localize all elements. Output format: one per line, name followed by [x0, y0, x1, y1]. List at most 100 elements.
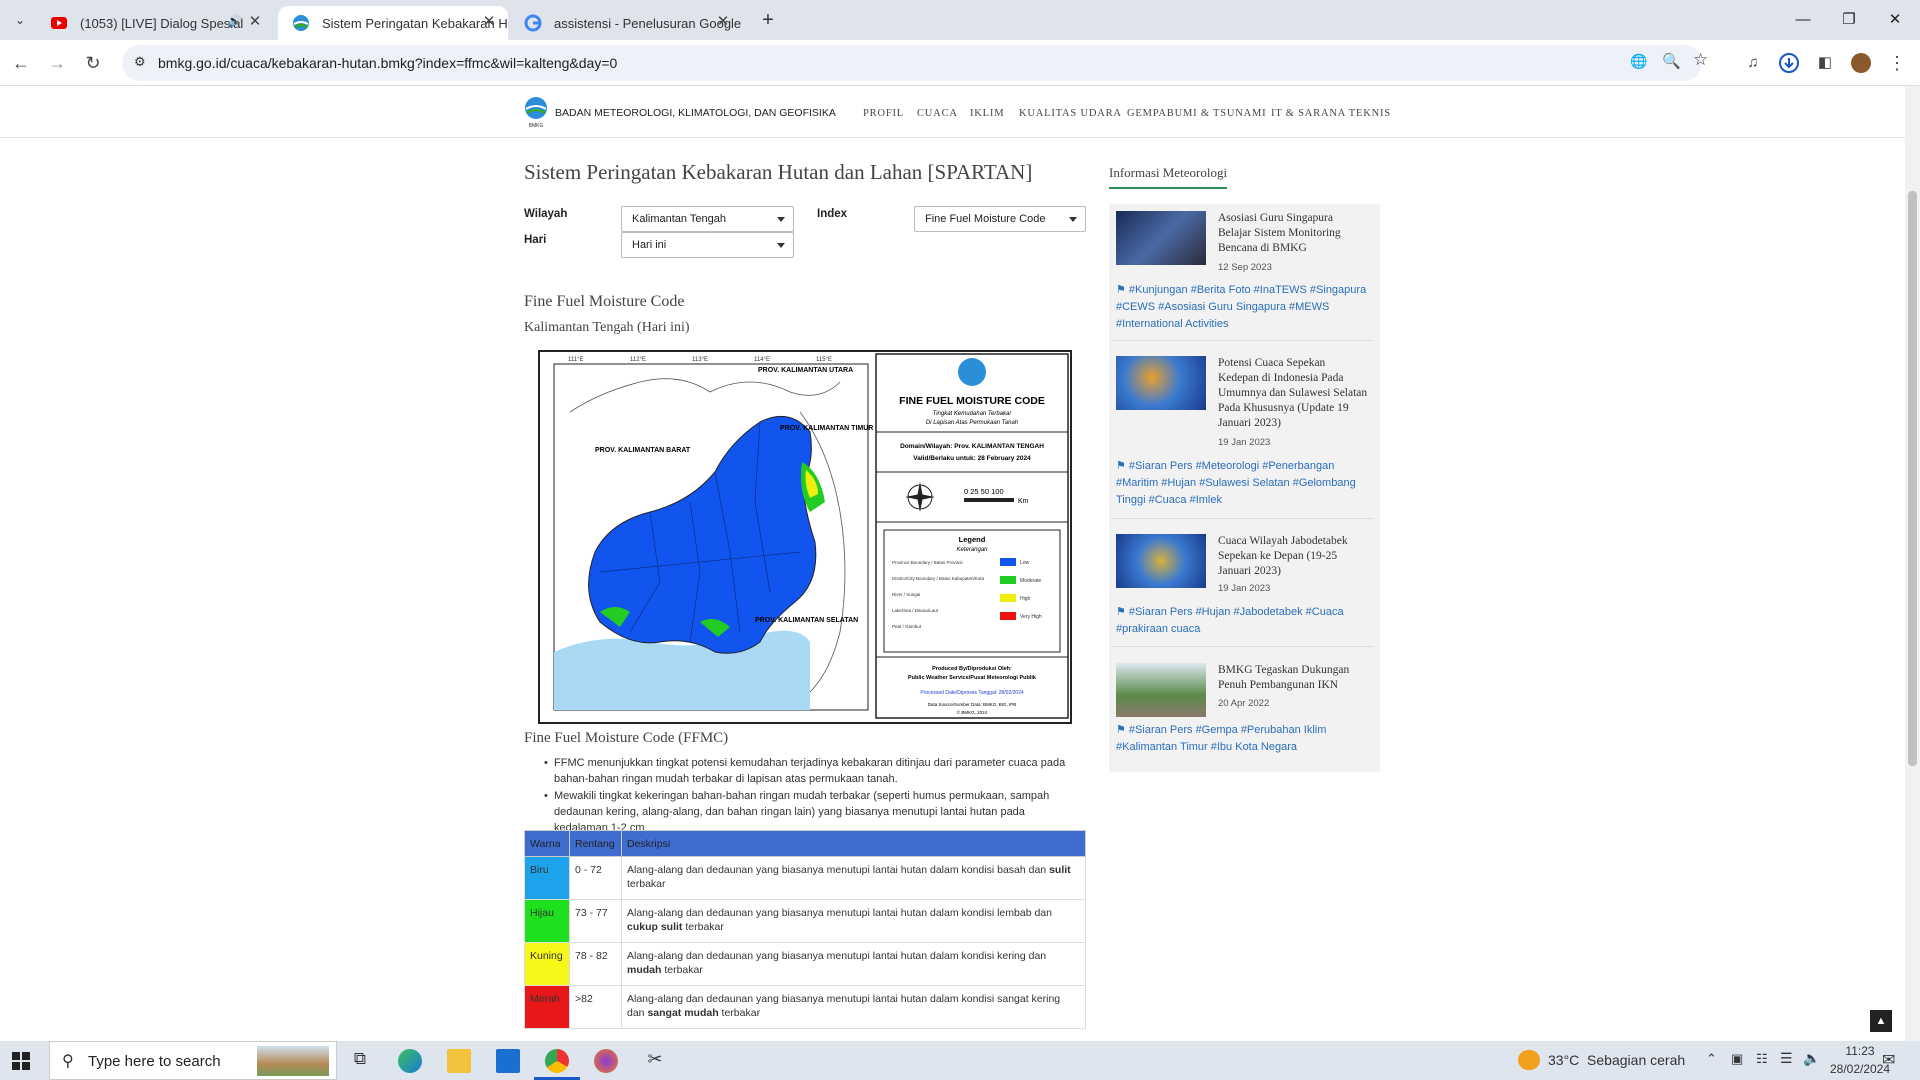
hari-value: Hari ini	[632, 239, 667, 251]
tab-google[interactable]: assistensi - Penelusuran Google ✕	[510, 6, 742, 40]
scroll-to-top-button[interactable]: ▲	[1870, 1010, 1892, 1032]
news-thumbnail[interactable]	[1116, 356, 1206, 410]
back-button[interactable]: ←	[6, 48, 36, 78]
news-tags: ⚑ #Kunjungan #Berita Foto #InaTEWS #Sing…	[1116, 284, 1367, 330]
bullet-text: Mewakili tingkat kekeringan bahan-bahan …	[544, 788, 1079, 836]
map-copyright: © BMKG, 2024	[957, 709, 988, 715]
weather-text[interactable]: 33°C Sebagian cerah	[1548, 1052, 1685, 1068]
map-producer: Public Weather Service/Pusat Meteorologi…	[908, 675, 1037, 681]
file-explorer-icon[interactable]	[447, 1049, 471, 1073]
scale-label: 0 25 50 100	[964, 487, 1004, 496]
windows-taskbar: ⚲ Type here to search ⧉ ✂ 33°C Sebagian …	[0, 1041, 1920, 1080]
network-icon[interactable]: ☷	[1756, 1051, 1768, 1067]
nav-gempabumi[interactable]: GEMPABUMI & TSUNAMI	[1127, 108, 1266, 119]
restore-button[interactable]: ❐	[1826, 0, 1872, 40]
close-tab-icon[interactable]: ✕	[246, 13, 264, 31]
page-scrollbar[interactable]	[1905, 86, 1920, 1041]
sidebar-title: Informasi Meteorologi	[1109, 165, 1228, 189]
bmkg-logo[interactable]: BMKG	[524, 96, 548, 128]
news-title[interactable]: Asosiasi Guru Singapura Belajar Sistem M…	[1218, 211, 1368, 256]
weather-icon	[1518, 1050, 1540, 1070]
table-header-row: Warna Rentang Deskripsi	[524, 830, 1086, 857]
media-control-icon[interactable]: ♫	[1738, 48, 1768, 78]
index-select[interactable]: Fine Fuel Moisture Code	[914, 206, 1086, 232]
address-bar[interactable]: ⚙ bmkg.go.id/cuaca/kebakaran-hutan.bmkg?…	[122, 45, 1708, 81]
profile-avatar[interactable]	[1846, 48, 1876, 78]
map-domain: Domain/Wilayah: Prov. KALIMANTAN TENGAH	[900, 443, 1044, 450]
tag-icon: ⚑	[1116, 606, 1129, 618]
table-row: Biru 0 - 72 Alang-alang dan dedaunan yan…	[524, 856, 1086, 900]
reload-button[interactable]: ↻	[78, 48, 108, 78]
scrollbar-thumb[interactable]	[1908, 191, 1917, 766]
nav-profil[interactable]: PROFIL	[863, 108, 904, 119]
map-valid: Valid/Berlaku untuk: 28 February 2024	[913, 455, 1031, 462]
color-cell: Hijau	[524, 899, 570, 943]
site-info-icon[interactable]: ⚙	[134, 54, 146, 70]
firefox-icon[interactable]	[594, 1049, 618, 1073]
side-panel-icon[interactable]: ◧	[1810, 48, 1840, 78]
volume-icon[interactable]: 🔈	[1803, 1050, 1820, 1067]
taskbar-search-box[interactable]: ⚲ Type here to search	[49, 1041, 337, 1080]
legend-line: District/City Boundary / Batas Kabupaten…	[892, 576, 985, 581]
wilayah-label: Wilayah	[524, 208, 568, 220]
news-thumbnail[interactable]	[1116, 663, 1206, 717]
task-view-icon[interactable]: ⧉	[348, 1049, 372, 1073]
nav-iklim[interactable]: IKLIM	[970, 108, 1004, 119]
map-label: PROV. KALIMANTAN UTARA	[758, 367, 853, 374]
menu-icon[interactable]: ⋮	[1882, 48, 1912, 78]
tab-bmkg[interactable]: Sistem Peringatan Kebakaran H ✕	[278, 6, 508, 40]
table-row: Merah >82 Alang-alang dan dedaunan yang …	[524, 985, 1086, 1029]
tab-search-button[interactable]: ⌄	[8, 8, 32, 32]
meet-now-icon[interactable]: ▣	[1731, 1051, 1743, 1067]
close-tab-icon[interactable]: ✕	[714, 13, 732, 31]
nav-cuaca[interactable]: CUACA	[917, 108, 958, 119]
map-source: Data Source/Sumber Data: BMKG, BIG, IPB	[928, 702, 1017, 707]
description-cell: Alang-alang dan dedaunan yang biasanya m…	[621, 942, 1086, 986]
news-thumbnail[interactable]	[1116, 211, 1206, 265]
news-date: 19 Jan 2023	[1218, 437, 1271, 448]
news-title[interactable]: BMKG Tegaskan Dukungan Penuh Pembangunan…	[1218, 663, 1368, 693]
news-title[interactable]: Cuaca Wilayah Jabodetabek Sepekan ke Dep…	[1218, 534, 1368, 579]
chevron-down-icon	[1069, 217, 1077, 222]
wifi-icon[interactable]: ☰	[1780, 1050, 1793, 1067]
minimize-button[interactable]: —	[1780, 0, 1826, 40]
tab-youtube[interactable]: (1053) [LIVE] Dialog Spesial 🔊 ✕	[36, 6, 274, 40]
legend-swatch	[1000, 594, 1016, 602]
map-label: PROV. KALIMANTAN BARAT	[595, 447, 691, 454]
notification-icon[interactable]: ✉	[1882, 1050, 1895, 1070]
lon-tick: 111°E	[568, 357, 584, 363]
news-date: 20 Apr 2022	[1218, 698, 1270, 709]
snipping-tool-icon[interactable]: ✂	[643, 1049, 667, 1073]
column-header: Rentang	[569, 830, 622, 857]
translate-icon[interactable]: 🌐	[1630, 53, 1647, 70]
ffmc-map[interactable]: PROV. KALIMANTAN BARAT PROV. KALIMANTAN …	[538, 350, 1072, 724]
close-tab-icon[interactable]: ✕	[480, 13, 498, 31]
page-title: Sistem Peringatan Kebakaran Hutan dan La…	[524, 160, 1033, 184]
mail-icon[interactable]	[496, 1049, 520, 1073]
zoom-icon[interactable]: 🔍	[1662, 52, 1681, 70]
news-title[interactable]: Potensi Cuaca Sepekan Kedepan di Indones…	[1218, 356, 1368, 431]
legend-item: High	[1020, 596, 1031, 602]
download-icon[interactable]	[1774, 48, 1804, 78]
forward-button[interactable]: →	[42, 48, 72, 78]
chrome-icon[interactable]	[545, 1049, 569, 1073]
bookmark-star-icon[interactable]: ☆	[1693, 50, 1708, 70]
new-tab-button[interactable]: +	[756, 8, 780, 32]
wilayah-select[interactable]: Kalimantan Tengah	[621, 206, 794, 232]
url-text[interactable]: bmkg.go.id/cuaca/kebakaran-hutan.bmkg?in…	[158, 45, 617, 81]
windows-start-icon[interactable]	[12, 1052, 30, 1070]
news-thumbnail[interactable]	[1116, 534, 1206, 588]
legend-title: Legend	[959, 535, 986, 544]
hari-select[interactable]: Hari ini	[621, 232, 794, 258]
lon-tick: 112°E	[630, 357, 646, 363]
nav-kualitas-udara[interactable]: KUALITAS UDARA	[1019, 108, 1122, 119]
brand-name: BADAN METEOROLOGI, KLIMATOLOGI, DAN GEOF…	[555, 107, 836, 119]
range-cell: >82	[569, 985, 622, 1029]
tag-icon: ⚑	[1116, 724, 1129, 736]
close-window-button[interactable]: ✕	[1872, 0, 1918, 40]
edge-icon[interactable]	[398, 1049, 422, 1073]
legend-line: Peat / Gambut	[892, 624, 922, 629]
map-label: PROV. KALIMANTAN SELATAN	[755, 617, 858, 624]
nav-it-sarana[interactable]: IT & SARANA TEKNIS	[1271, 108, 1391, 119]
tray-overflow-icon[interactable]: ⌃	[1706, 1051, 1717, 1067]
